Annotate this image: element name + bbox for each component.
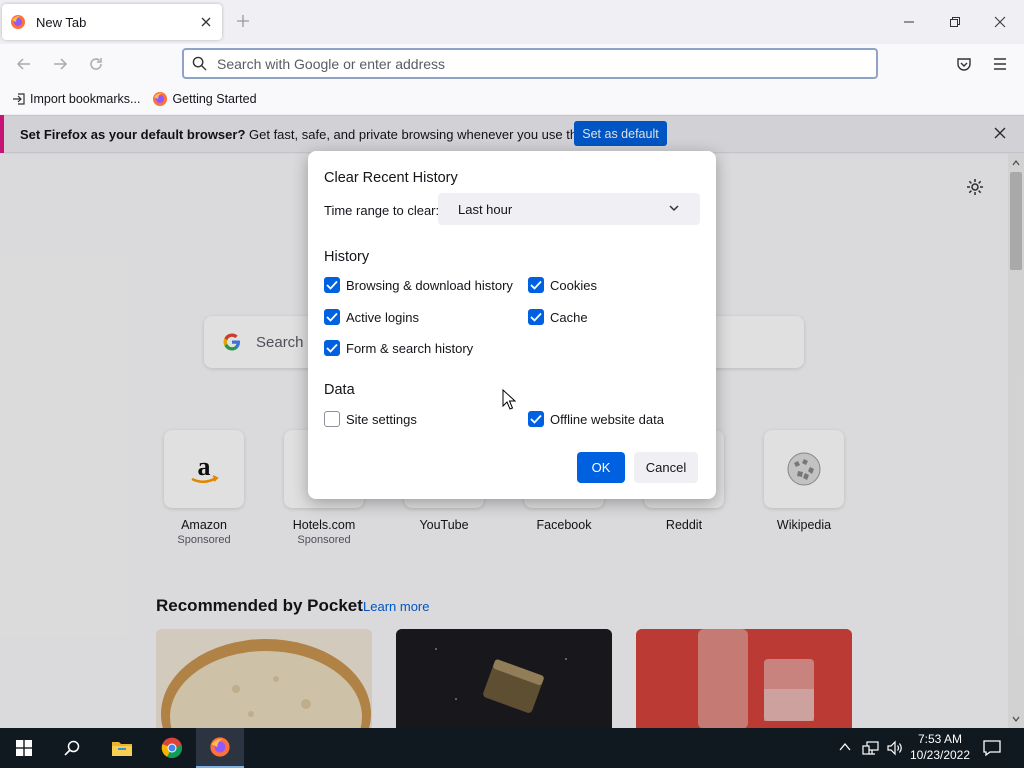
chevron-down-icon	[668, 203, 680, 213]
time-range-dropdown[interactable]: Last hour	[438, 193, 700, 225]
checkbox-checked-icon	[324, 309, 340, 325]
tab-new-tab[interactable]: New Tab	[2, 4, 222, 40]
data-section-heading: Data	[324, 382, 355, 398]
time-range-value: Last hour	[458, 201, 513, 217]
bookmark-getting-started[interactable]: Getting Started	[152, 91, 257, 107]
checkbox-checked-icon	[528, 277, 544, 293]
tab-title: New Tab	[36, 14, 87, 30]
clear-history-dialog: Clear Recent History Time range to clear…	[308, 151, 716, 499]
minimize-icon[interactable]	[895, 8, 923, 36]
bookmark-label: Getting Started	[172, 92, 257, 106]
file-explorer-icon[interactable]	[98, 728, 146, 768]
dialog-title: Clear Recent History	[324, 170, 458, 186]
taskbar-search-icon[interactable]	[48, 728, 96, 768]
back-arrow-icon[interactable]	[12, 52, 36, 76]
firefox-icon	[152, 91, 168, 107]
taskbar-firefox-icon[interactable]	[196, 728, 244, 768]
chrome-icon[interactable]	[148, 728, 196, 768]
forward-arrow-icon[interactable]	[48, 52, 72, 76]
bookmarks-toolbar: Import bookmarks... Getting Started	[0, 84, 1024, 114]
checkbox-label: Active logins	[346, 309, 419, 325]
network-icon[interactable]	[862, 739, 880, 757]
checkbox-browsing-history[interactable]: Browsing & download history	[324, 277, 513, 293]
checkbox-unchecked-icon	[324, 411, 340, 427]
checkbox-label: Browsing & download history	[346, 277, 513, 293]
firefox-icon	[10, 14, 26, 30]
import-icon	[12, 92, 26, 106]
checkbox-cache[interactable]: Cache	[528, 309, 588, 325]
checkbox-label: Site settings	[346, 411, 417, 427]
windows-start-icon[interactable]	[0, 728, 48, 768]
notifications-icon[interactable]	[982, 738, 1002, 758]
checkbox-form-search-history[interactable]: Form & search history	[324, 340, 473, 356]
url-placeholder: Search with Google or enter address	[217, 55, 446, 72]
checkbox-label: Cookies	[550, 277, 597, 293]
taskbar-clock[interactable]: 7:53 AM 10/23/2022	[900, 731, 980, 763]
new-tab-plus-icon[interactable]	[236, 14, 254, 32]
cancel-button[interactable]: Cancel	[634, 452, 698, 483]
checkbox-active-logins[interactable]: Active logins	[324, 309, 419, 325]
menu-hamburger-icon[interactable]	[988, 52, 1012, 76]
checkbox-checked-icon	[528, 411, 544, 427]
search-icon	[192, 56, 207, 71]
restore-icon[interactable]	[941, 8, 969, 36]
history-section-heading: History	[324, 249, 370, 265]
checkbox-label: Cache	[550, 309, 588, 325]
bookmark-import[interactable]: Import bookmarks...	[12, 92, 140, 106]
checkbox-label: Form & search history	[346, 340, 474, 356]
time-range-label: Time range to clear:	[324, 203, 440, 218]
clock-time: 7:53 AM	[917, 732, 963, 746]
checkbox-checked-icon	[324, 277, 340, 293]
pocket-icon[interactable]	[952, 52, 976, 76]
ok-button[interactable]: OK	[577, 452, 625, 483]
clock-date: 10/23/2022	[909, 748, 971, 762]
checkbox-label: Offline website data	[550, 411, 664, 427]
close-window-icon[interactable]	[986, 8, 1014, 36]
url-bar[interactable]: Search with Google or enter address	[182, 48, 878, 79]
checkbox-checked-icon	[528, 309, 544, 325]
checkbox-site-settings[interactable]: Site settings	[324, 411, 417, 427]
mouse-cursor-icon	[502, 389, 516, 411]
checkbox-offline-website-data[interactable]: Offline website data	[528, 411, 664, 427]
checkbox-cookies[interactable]: Cookies	[528, 277, 597, 293]
tray-chevron-up-icon[interactable]	[838, 740, 854, 756]
close-tab-icon[interactable]	[198, 14, 214, 30]
checkbox-checked-icon	[324, 340, 340, 356]
bookmark-label: Import bookmarks...	[30, 92, 141, 106]
reload-icon[interactable]	[84, 52, 108, 76]
